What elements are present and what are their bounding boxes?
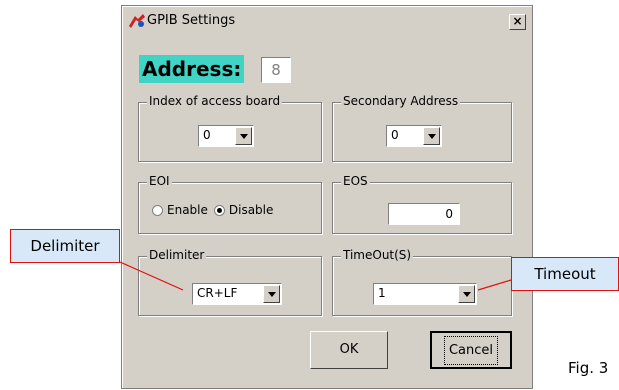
- timeout-arrow: [477, 279, 512, 291]
- delimiter-arrow: [119, 261, 184, 291]
- timeout-callout: Timeout: [511, 257, 619, 291]
- callout-arrows: [119, 261, 512, 291]
- delimiter-callout: Delimiter: [10, 229, 120, 263]
- figure-caption: Fig. 3: [568, 359, 609, 377]
